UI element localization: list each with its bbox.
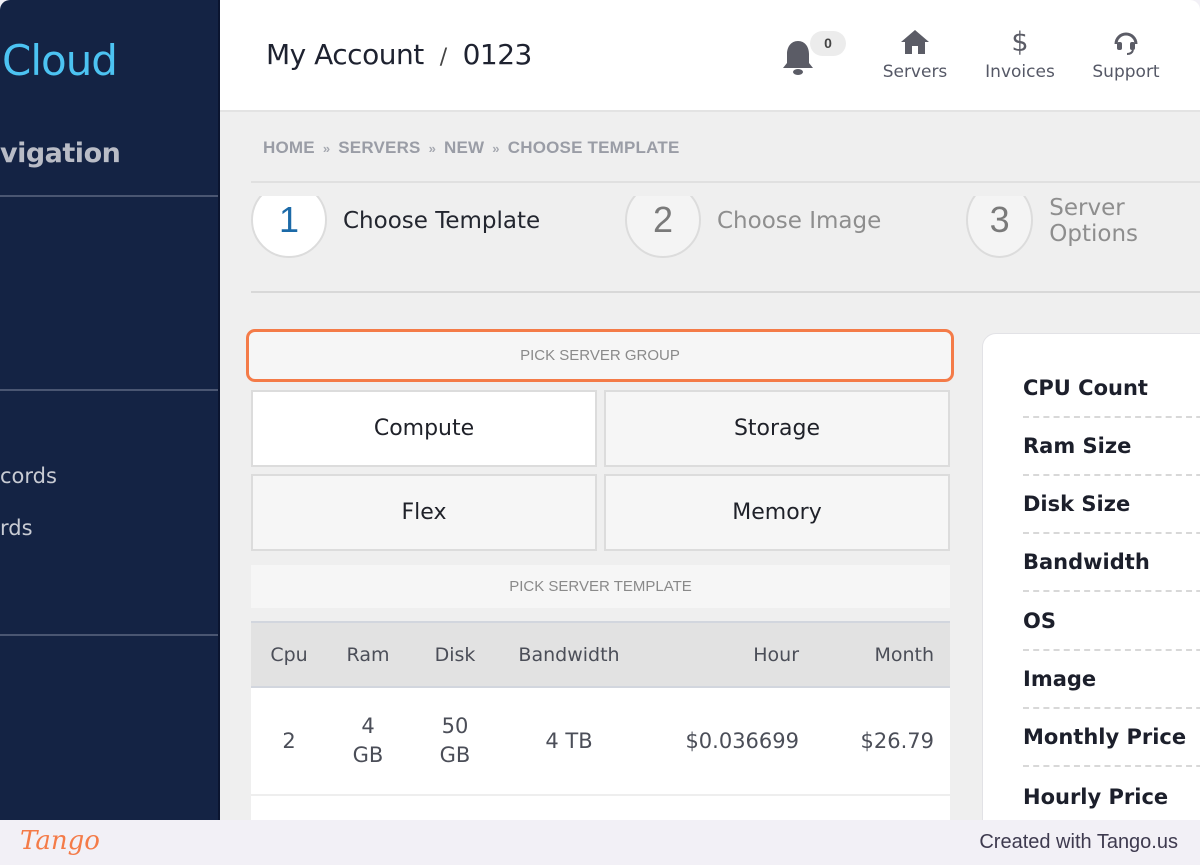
col-hour[interactable]: Hour xyxy=(637,621,815,688)
cell-disk-text: 50 GB xyxy=(439,714,471,767)
summary-os: OS xyxy=(1023,593,1200,651)
step-label: Server Options xyxy=(1049,195,1139,247)
step-label: Choose Template xyxy=(343,208,541,234)
cell-bandwidth: 4 TB xyxy=(501,687,637,796)
cell-empty xyxy=(637,795,815,820)
breadcrumb-separator: » xyxy=(322,141,331,156)
cell-empty xyxy=(251,795,327,820)
summary-disk-size: Disk Size xyxy=(1023,476,1200,534)
breadcrumb: HOME » SERVERS » NEW » CHOOSE TEMPLATE xyxy=(263,138,679,158)
notification-count-badge: 0 xyxy=(810,31,846,56)
sidebar-divider xyxy=(0,634,218,636)
home-icon xyxy=(901,30,929,54)
nav-invoices[interactable]: $ Invoices xyxy=(975,26,1065,83)
group-option-compute[interactable]: Compute xyxy=(251,390,597,467)
col-cpu[interactable]: Cpu xyxy=(251,621,327,688)
tango-credit: Created with Tango.us xyxy=(979,831,1178,853)
pick-server-group-heading[interactable]: PICK SERVER GROUP xyxy=(246,329,954,382)
server-summary-card: CPU Count Ram Size Disk Size Bandwidth O… xyxy=(982,333,1200,820)
breadcrumb-separator: » xyxy=(492,141,500,156)
summary-cpu-count: CPU Count xyxy=(1023,360,1200,418)
cell-month: $26.79 xyxy=(815,687,950,796)
breadcrumb-separator: » xyxy=(428,141,437,156)
group-option-flex[interactable]: Flex xyxy=(251,474,597,551)
breadcrumb-home[interactable]: HOME xyxy=(263,138,315,157)
cell-empty xyxy=(409,795,501,820)
page-title: My Account / 0123 xyxy=(266,38,532,71)
brand-logo[interactable]: Cloud xyxy=(2,36,118,85)
col-month[interactable]: Month xyxy=(815,621,950,688)
sidebar-divider xyxy=(0,389,218,391)
summary-ram-size: Ram Size xyxy=(1023,418,1200,476)
summary-image: Image xyxy=(1023,651,1200,709)
steps-clip xyxy=(220,183,1200,196)
summary-bandwidth: Bandwidth xyxy=(1023,534,1200,592)
sidebar-divider xyxy=(0,195,218,197)
cell-ram: 4 GB xyxy=(327,687,409,796)
steps-divider xyxy=(251,291,1200,293)
breadcrumb-servers[interactable]: SERVERS xyxy=(338,138,420,157)
breadcrumb-current: CHOOSE TEMPLATE xyxy=(507,138,680,157)
sidebar-item-records[interactable]: cords xyxy=(0,464,57,488)
summary-monthly-price: Monthly Price xyxy=(1023,709,1200,767)
step-label: Choose Image xyxy=(717,208,882,234)
top-header: My Account / 0123 0 Servers $ Invoices Sup… xyxy=(220,0,1200,112)
cell-disk: 50 GB xyxy=(409,687,501,796)
group-option-memory[interactable]: Memory xyxy=(604,474,950,551)
nav-support-label: Support xyxy=(1092,62,1160,82)
breadcrumb-divider xyxy=(251,181,1200,183)
sidebar-nav-title: vigation xyxy=(0,138,121,169)
tango-footer: Tango Created with Tango.us xyxy=(0,820,1200,865)
headset-icon xyxy=(1114,32,1138,55)
nav-servers-label: Servers xyxy=(882,62,948,82)
cell-cpu: 2 xyxy=(251,687,327,796)
nav-servers[interactable]: Servers xyxy=(870,28,960,82)
col-ram[interactable]: Ram xyxy=(327,621,409,688)
dollar-icon: $ xyxy=(1011,26,1029,58)
page-title-text[interactable]: My Account xyxy=(266,38,424,71)
cell-empty xyxy=(327,795,409,820)
summary-hourly-price: Hourly Price xyxy=(1023,785,1169,809)
table-row[interactable]: 2 4 GB 50 GB 4 TB $0.036699 $26.79 xyxy=(251,687,950,796)
table-row[interactable] xyxy=(251,795,950,820)
sidebar: Cloud vigation cords rds xyxy=(0,0,220,820)
cell-ram-text: 4 GB xyxy=(352,714,384,767)
table-header-row: Cpu Ram Disk Bandwidth Hour Month xyxy=(251,621,950,688)
cell-empty xyxy=(501,795,637,820)
server-template-table: Cpu Ram Disk Bandwidth Hour Month 2 4 GB… xyxy=(251,621,950,820)
col-disk[interactable]: Disk xyxy=(409,621,501,688)
cell-hour: $0.036699 xyxy=(637,687,815,796)
col-bandwidth[interactable]: Bandwidth xyxy=(501,621,637,688)
breadcrumb-new[interactable]: NEW xyxy=(444,138,484,157)
nav-support[interactable]: Support xyxy=(1081,28,1171,82)
nav-invoices-label: Invoices xyxy=(985,62,1055,82)
tango-logo: Tango xyxy=(20,826,100,856)
app-window: Cloud vigation cords rds My Account / 0123… xyxy=(0,0,1200,820)
group-option-storage[interactable]: Storage xyxy=(604,390,950,467)
title-separator: / xyxy=(439,45,447,70)
sidebar-item-cards[interactable]: rds xyxy=(0,516,33,540)
account-id: 0123 xyxy=(462,38,533,71)
pick-server-template-heading: PICK SERVER TEMPLATE xyxy=(251,565,950,608)
cell-empty xyxy=(815,795,950,820)
